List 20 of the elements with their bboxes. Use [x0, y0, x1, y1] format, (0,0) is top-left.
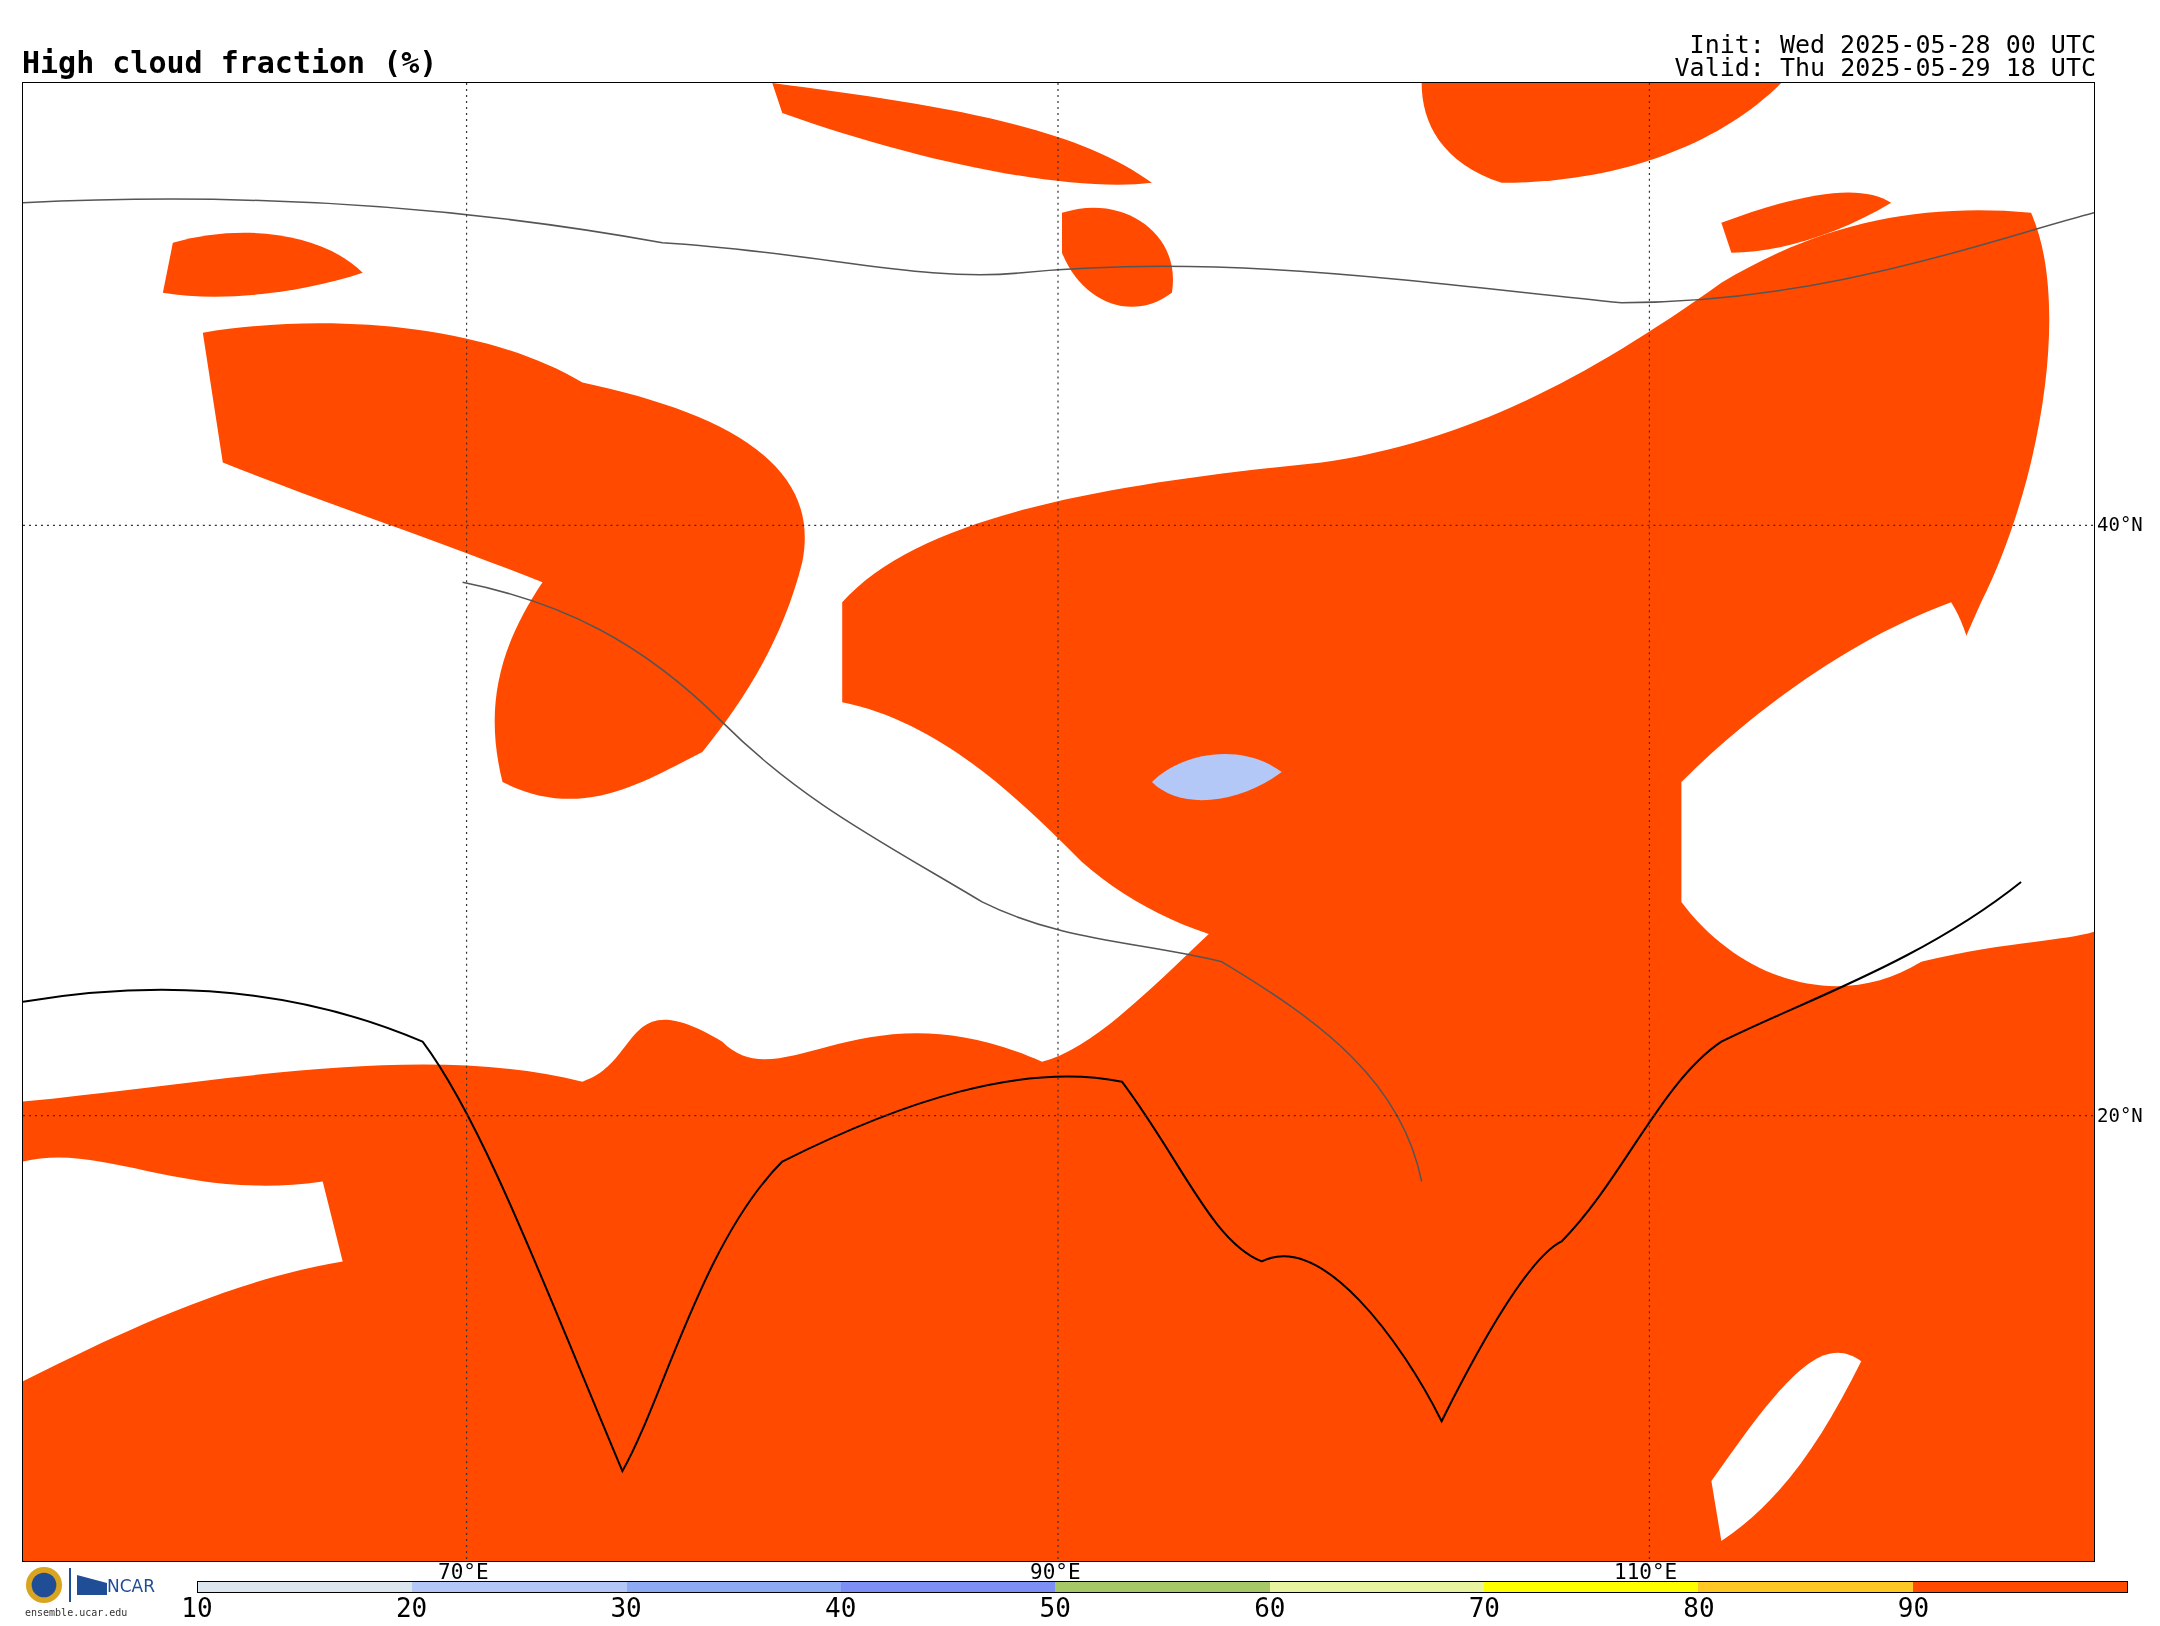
longitude-label: 110°E [1614, 1562, 1678, 1582]
colorbar-tick-label: 40 [825, 1594, 857, 1622]
colorbar-tick-label: 80 [1683, 1594, 1715, 1622]
latitude-label: 20°N [2097, 1104, 2143, 1126]
colorbar-tick-label: 20 [395, 1594, 428, 1622]
colorbar-tick-label: 50 [1039, 1594, 1071, 1622]
longitude-label: 90°E [1030, 1562, 1081, 1582]
logo-text: NCAR [107, 1577, 156, 1595]
colorbar-tick-label: 30 [610, 1594, 642, 1622]
run-time-label: Valid: Thu 2025-05-29 18 UTC [1674, 56, 2096, 79]
colorbar-tick-label: 10 [181, 1594, 213, 1622]
latitude-label: 40°N [2097, 513, 2143, 535]
run-time-label: Init: Wed 2025-05-28 00 UTC [1689, 33, 2096, 56]
longitude-label: 70°E [438, 1562, 489, 1582]
colorbar-tick-label: 90 [1897, 1594, 1930, 1622]
flag-icon [77, 1575, 107, 1595]
colorbar-tick-label: 60 [1254, 1594, 1286, 1622]
seal-icon [25, 1566, 63, 1604]
colorbar-tick-label: 70 [1468, 1594, 1501, 1622]
chart-title: High cloud fraction (%) [22, 46, 438, 80]
